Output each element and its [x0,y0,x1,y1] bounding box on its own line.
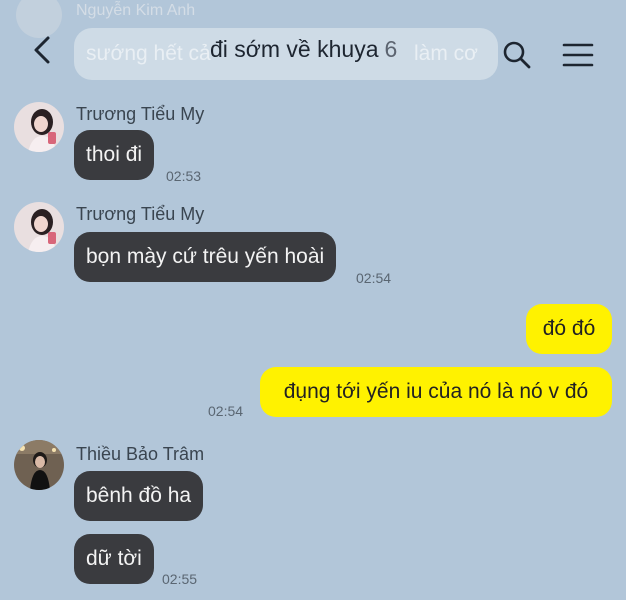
sender-name: Trương Tiểu My [76,104,205,124]
pinned-sender: Nguyễn Kim Anh [76,2,196,19]
sender-name: Thiều Bảo Trâm [76,444,205,464]
back-button[interactable] [28,32,58,68]
avatar[interactable] [14,202,64,252]
message-time: 02:54 [356,270,392,286]
chat-title: đi sớm về khuya 6 [210,36,397,63]
message-bubble[interactable]: đụng tới yến iu của nó là nó v đó [260,367,612,417]
chat-header: Nguyễn Kim Anh sướng hết cả làm cơ đi sớ… [0,0,626,100]
message-time: 02:54 [208,403,244,419]
avatar[interactable] [14,102,64,152]
menu-button[interactable] [562,40,594,70]
message-bubble[interactable]: dữ tời [74,534,154,584]
pinned-message-preview-end: làm cơ [414,42,478,65]
message-bubble[interactable]: đó đó [526,304,612,354]
member-count: 6 [384,36,398,62]
group-name: đi sớm về khuya [210,36,379,62]
search-button[interactable] [502,40,532,70]
profile-photo [14,202,64,252]
search-icon [503,41,531,69]
message-time: 02:55 [162,571,198,587]
message-bubble[interactable]: bênh đồ ha [74,471,204,521]
sender-name: Trương Tiểu My [76,204,205,224]
back-arrow-icon [34,36,50,64]
profile-photo [14,102,64,152]
avatar[interactable] [14,440,64,490]
message-bubble[interactable]: thoi đi [74,130,155,180]
message-time: 02:53 [166,168,202,184]
profile-photo [14,440,64,490]
message-bubble[interactable]: bọn mày cứ trêu yến hoài [74,232,337,282]
menu-icon [562,43,594,67]
